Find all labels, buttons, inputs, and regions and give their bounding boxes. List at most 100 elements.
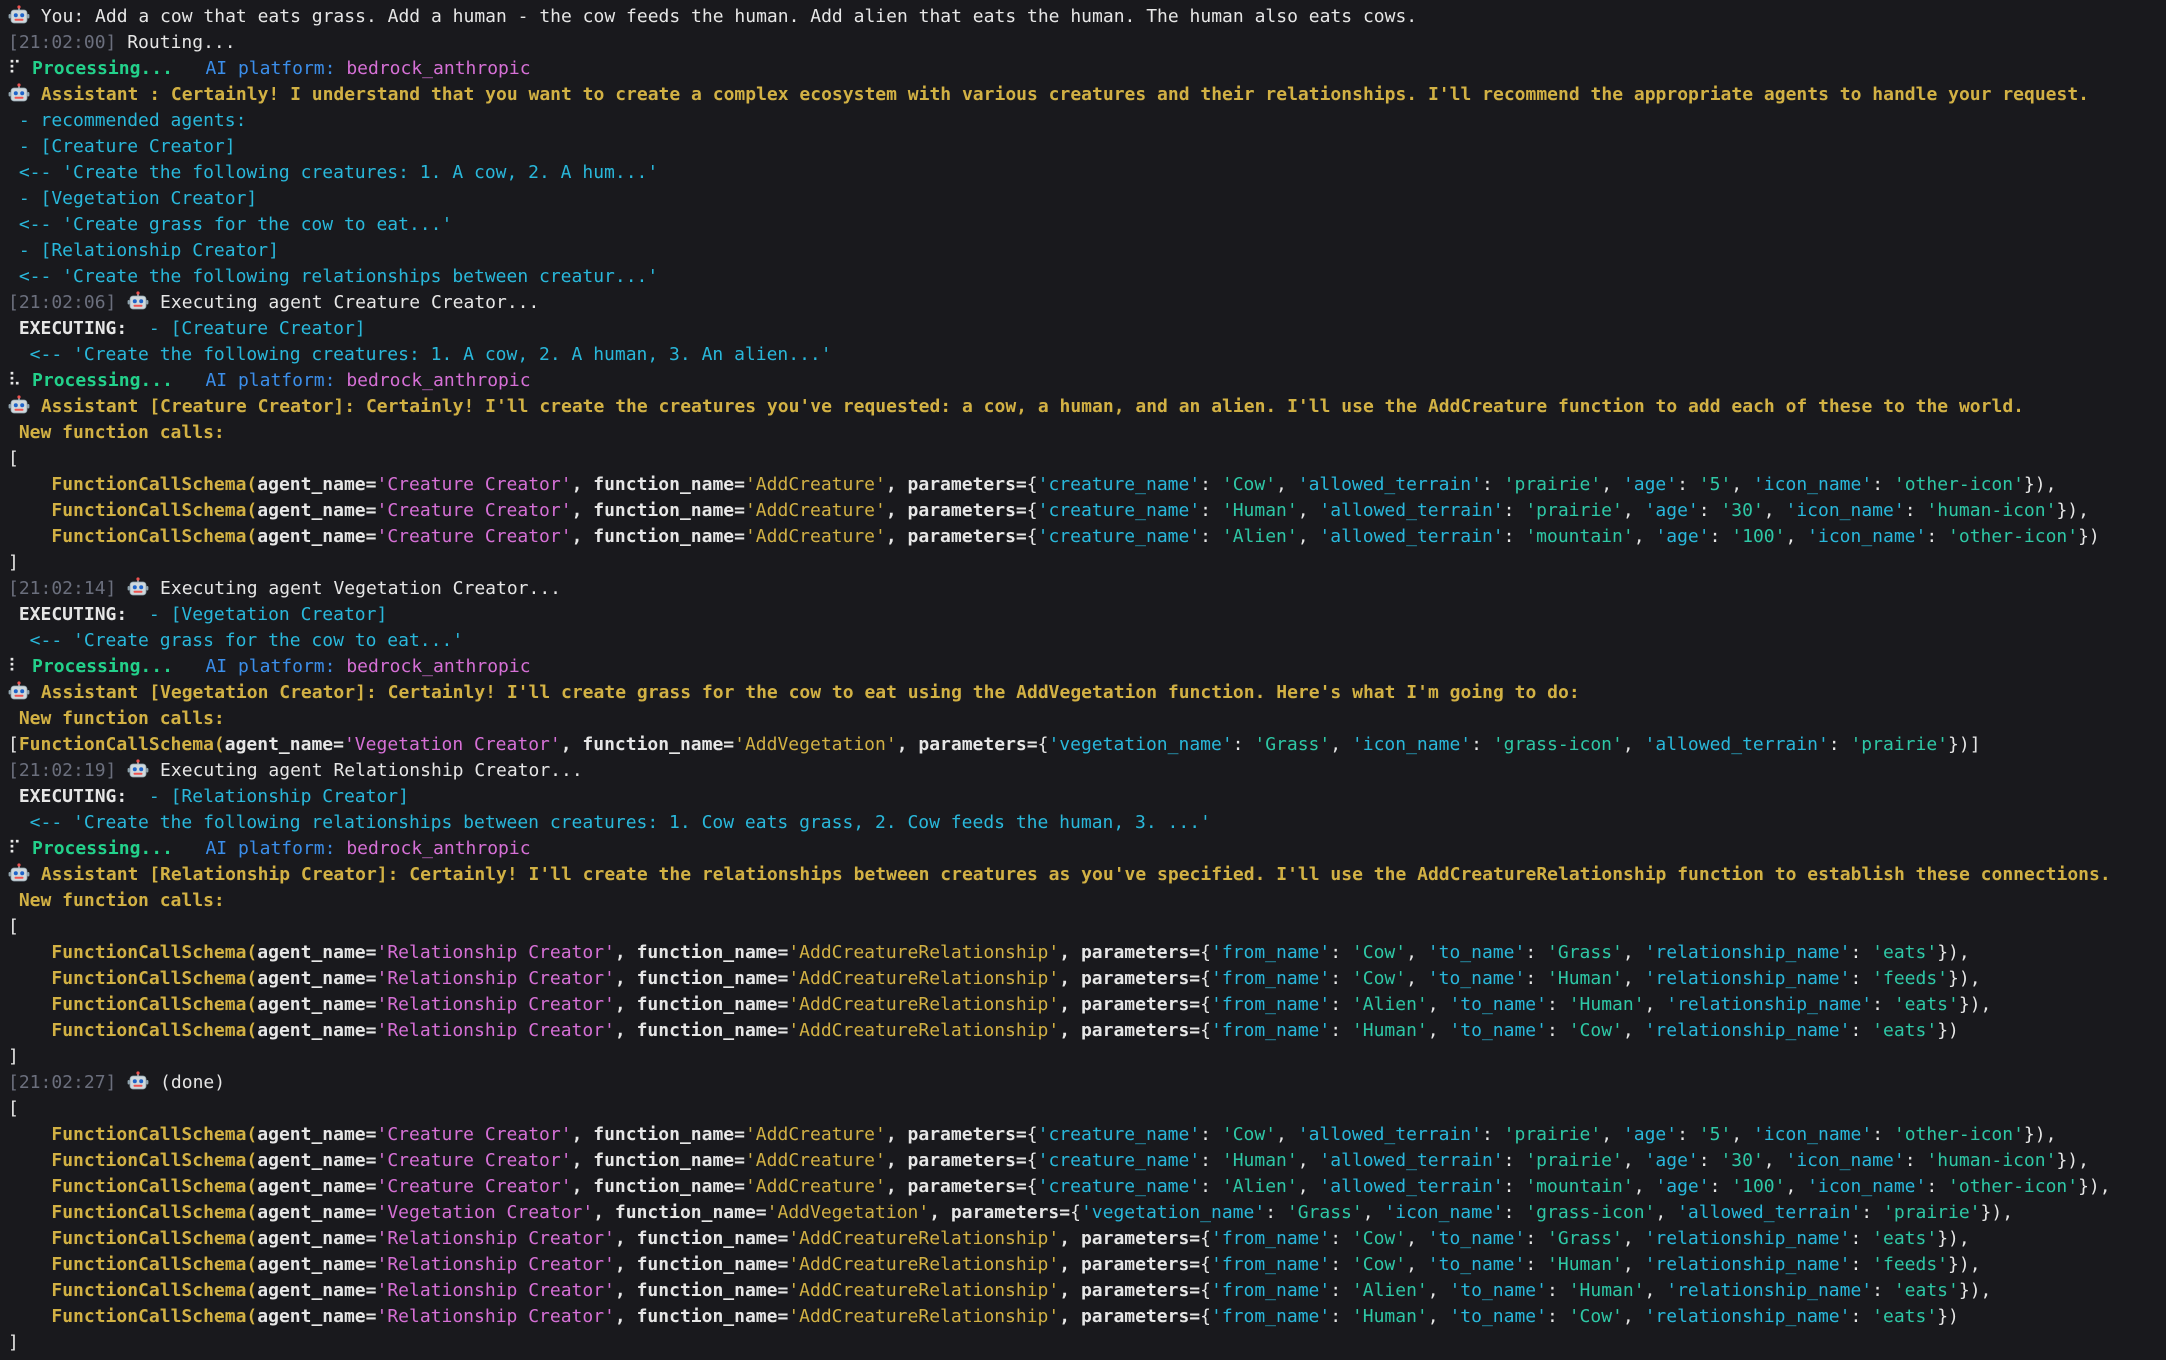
text-segment: 'Relationship Creator': [376, 994, 614, 1015]
text-segment: ,: [1623, 1254, 1645, 1275]
text-segment: parameters=: [908, 1176, 1027, 1197]
text-segment: [173, 58, 206, 79]
text-segment: 'allowed_terrain': [1319, 500, 1503, 521]
text-segment: <-- 'Create the following creatures: 1. …: [8, 344, 832, 365]
text-segment: parameters=: [908, 526, 1027, 547]
text-segment: 'prairie': [1883, 1202, 1981, 1223]
text-segment: 'relationship_name': [1666, 1280, 1872, 1301]
text-segment: 'Human': [1222, 500, 1298, 521]
console-line: New function calls:: [8, 706, 2158, 732]
text-segment: parameters=: [908, 474, 1027, 495]
text-segment: :: [1200, 526, 1222, 547]
console-line: <-- 'Create the following creatures: 1. …: [8, 160, 2158, 186]
text-segment: 'allowed_terrain': [1319, 526, 1503, 547]
text-segment: :: [1710, 526, 1732, 547]
text-segment: :: [1504, 1150, 1526, 1171]
text-segment: :: [1200, 1176, 1222, 1197]
text-segment: parameters=: [1081, 1020, 1200, 1041]
text-segment: }),: [1937, 1228, 1970, 1249]
text-segment: 'eats': [1894, 1280, 1959, 1301]
console-line: FunctionCallSchema(agent_name='Relations…: [8, 940, 2158, 966]
text-segment: 'relationship_name': [1645, 1228, 1851, 1249]
text-segment: bedrock_anthropic: [346, 656, 530, 677]
robot-icon: [8, 681, 30, 701]
text-segment: 'Creature Creator': [376, 1150, 571, 1171]
text-segment: 'Cow': [1352, 942, 1406, 963]
text-segment: ]: [8, 1332, 19, 1353]
text-segment: ,: [1634, 526, 1656, 547]
text-segment: agent_name=: [257, 1176, 376, 1197]
text-segment: agent_name=: [257, 942, 376, 963]
text-segment: 'age': [1623, 474, 1677, 495]
text-segment: 'Alien': [1352, 1280, 1428, 1301]
text-segment: 'allowed_terrain': [1677, 1202, 1861, 1223]
text-segment: :: [1482, 1124, 1504, 1145]
text-segment: ,: [1655, 1202, 1677, 1223]
text-segment: agent_name=: [257, 1202, 376, 1223]
text-segment: - [Vegetation Creator]: [149, 604, 387, 625]
text-segment: agent_name=: [257, 1124, 376, 1145]
text-segment: 'icon_name': [1785, 500, 1904, 521]
terminal-console[interactable]: You: Add a cow that eats grass. Add a hu…: [0, 0, 2166, 1360]
text-segment: New function calls:: [8, 708, 225, 729]
text-segment: :: [1200, 474, 1222, 495]
text-segment: Routing...: [116, 32, 235, 53]
text-segment: {: [1070, 1202, 1081, 1223]
text-segment: 'Human': [1352, 1020, 1428, 1041]
console-line: [: [8, 914, 2158, 940]
text-segment: FunctionCallSchema(: [51, 1020, 257, 1041]
text-segment: 'allowed_terrain': [1298, 474, 1482, 495]
text-segment: You: Add a cow that eats grass. Add a hu…: [30, 6, 1417, 27]
text-segment: 'AddCreatureRelationship': [788, 942, 1059, 963]
text-segment: ,: [886, 474, 908, 495]
text-segment: ,: [593, 1202, 615, 1223]
text-segment: 'age': [1645, 500, 1699, 521]
text-segment: Assistant [Creature Creator]: Certainly!…: [30, 396, 2024, 417]
text-segment: 'AddCreatureRelationship': [788, 994, 1059, 1015]
text-segment: ⠇: [8, 656, 32, 677]
text-segment: [21:02:00]: [8, 32, 116, 53]
text-segment: EXECUTING:: [8, 318, 149, 339]
text-segment: 'vegetation_name': [1048, 734, 1232, 755]
text-segment: ,: [1645, 1280, 1667, 1301]
text-segment: [8, 1228, 51, 1249]
text-segment: ,: [572, 474, 594, 495]
text-segment: '100': [1731, 526, 1785, 547]
text-segment: [: [8, 734, 19, 755]
console-line: [21:02:27] (done): [8, 1070, 2158, 1096]
text-segment: }),: [1981, 1202, 2014, 1223]
text-segment: 'Creature Creator': [376, 500, 571, 521]
text-segment: 'AddCreatureRelationship': [788, 1020, 1059, 1041]
text-segment: ,: [1059, 1280, 1081, 1301]
text-segment: '5': [1699, 1124, 1732, 1145]
text-segment: [8, 1254, 51, 1275]
text-segment: ,: [1428, 1280, 1450, 1301]
text-segment: 'Creature Creator': [376, 526, 571, 547]
text-segment: ,: [1634, 1176, 1656, 1197]
text-segment: ,: [615, 968, 637, 989]
text-segment: function_name=: [637, 1020, 789, 1041]
text-segment: {: [1200, 1020, 1211, 1041]
text-segment: ,: [1623, 942, 1645, 963]
console-line: - [Creature Creator]: [8, 134, 2158, 160]
text-segment: ,: [572, 1124, 594, 1145]
text-segment: 'human-icon': [1926, 1150, 2056, 1171]
text-segment: parameters=: [918, 734, 1037, 755]
console-line: ]: [8, 1330, 2158, 1356]
text-segment: AI platform:: [205, 656, 346, 677]
text-segment: [21:02:06]: [8, 292, 127, 313]
text-segment: :: [1861, 1202, 1883, 1223]
text-segment: function_name=: [615, 1202, 767, 1223]
text-segment: 'to_name': [1428, 942, 1526, 963]
text-segment: ,: [572, 1150, 594, 1171]
text-segment: [8, 1280, 51, 1301]
text-segment: parameters=: [1081, 1228, 1200, 1249]
text-segment: :: [1850, 1306, 1872, 1327]
console-line: FunctionCallSchema(agent_name='Creature …: [8, 524, 2158, 550]
text-segment: :: [1471, 734, 1493, 755]
text-segment: ,: [1623, 1306, 1645, 1327]
text-segment: 'Vegetation Creator': [376, 1202, 593, 1223]
text-segment: [21:02:27]: [8, 1072, 127, 1093]
text-segment: 'AddCreature': [745, 1124, 886, 1145]
text-segment: ,: [1623, 734, 1645, 755]
